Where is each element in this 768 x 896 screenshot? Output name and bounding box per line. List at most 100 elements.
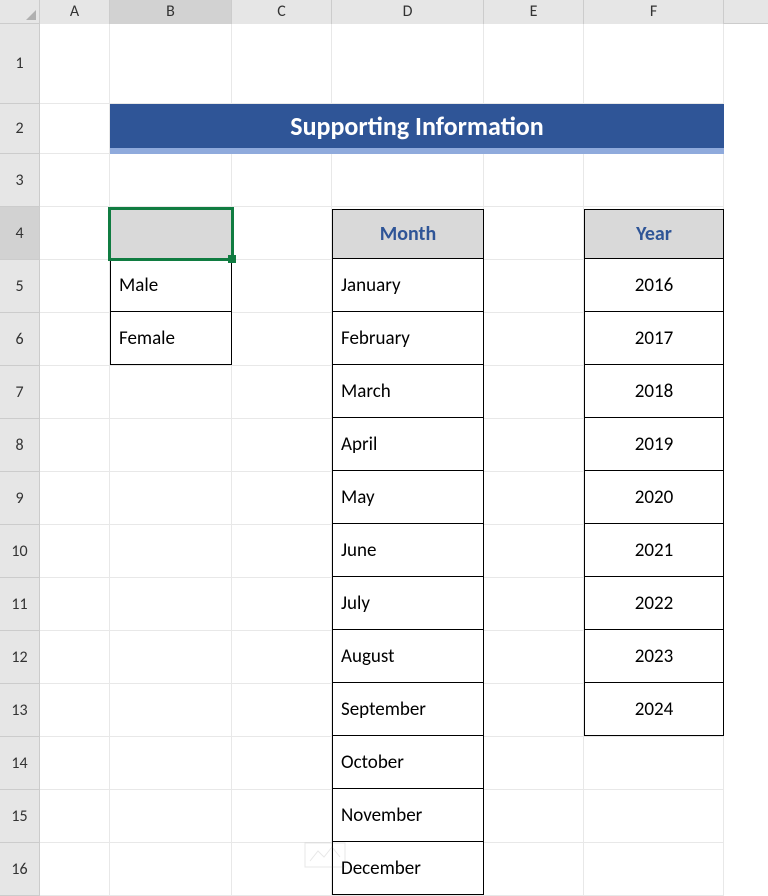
cell[interactable] [40,525,110,578]
month-cell[interactable]: March [332,365,484,418]
year-cell[interactable]: 2022 [584,577,724,630]
month-cell[interactable]: August [332,630,484,683]
year-cell[interactable]: 2017 [584,312,724,365]
month-cell[interactable]: July [332,577,484,630]
cell[interactable] [110,737,232,790]
row-header-9[interactable]: 9 [0,472,40,525]
cell[interactable] [110,843,232,896]
cell[interactable] [484,313,584,366]
cell[interactable] [40,260,110,313]
cell[interactable] [40,207,110,260]
cell[interactable] [232,472,332,525]
cell[interactable] [40,154,110,207]
cell[interactable] [110,366,232,419]
year-cell[interactable]: 2024 [584,683,724,736]
month-cell[interactable]: June [332,524,484,577]
cell[interactable] [484,207,584,260]
cell[interactable] [40,104,110,154]
month-cell[interactable]: February [332,312,484,365]
cell[interactable] [584,154,724,207]
row-header-15[interactable]: 15 [0,790,40,843]
year-cell[interactable]: 2020 [584,471,724,524]
row-header-10[interactable]: 10 [0,525,40,578]
cell[interactable] [110,154,232,207]
col-header-B[interactable]: B [110,0,232,24]
cell[interactable] [40,313,110,366]
gender-header[interactable]: Gender [110,209,232,259]
cell[interactable] [110,525,232,578]
row-header-1[interactable]: 1 [0,24,40,104]
year-cell[interactable]: 2019 [584,418,724,471]
month-cell[interactable]: September [332,683,484,736]
row-header-3[interactable]: 3 [0,154,40,207]
cell[interactable] [484,24,584,104]
cell[interactable] [40,790,110,843]
month-cell[interactable]: May [332,471,484,524]
cell[interactable] [40,578,110,631]
cell[interactable] [232,207,332,260]
cell[interactable] [584,843,724,896]
row-header-2[interactable]: 2 [0,104,40,154]
year-header[interactable]: Year [584,209,724,259]
year-cell[interactable]: 2021 [584,524,724,577]
year-cell[interactable]: 2023 [584,630,724,683]
col-header-E[interactable]: E [484,0,584,24]
year-cell[interactable]: 2016 [584,259,724,312]
year-cell[interactable]: 2018 [584,365,724,418]
cell[interactable] [40,24,110,104]
gender-cell[interactable]: Male [110,259,232,312]
cell[interactable] [232,578,332,631]
cell[interactable] [332,154,484,207]
col-header-F[interactable]: F [584,0,724,24]
row-header-16[interactable]: 16 [0,843,40,896]
select-all-corner[interactable] [0,0,40,24]
cell[interactable] [484,366,584,419]
cell[interactable] [110,684,232,737]
cell[interactable] [40,366,110,419]
month-cell[interactable]: October [332,736,484,789]
month-cell[interactable]: December [332,842,484,895]
cell[interactable] [484,419,584,472]
month-cell[interactable]: November [332,789,484,842]
cell[interactable] [232,366,332,419]
cell[interactable] [232,260,332,313]
cell[interactable] [110,790,232,843]
cell[interactable] [584,737,724,790]
row-header-12[interactable]: 12 [0,631,40,684]
row-header-7[interactable]: 7 [0,366,40,419]
cell[interactable] [584,24,724,104]
row-header-14[interactable]: 14 [0,737,40,790]
cell[interactable] [110,24,232,104]
cell[interactable] [40,419,110,472]
month-cell[interactable]: January [332,259,484,312]
cell[interactable] [232,313,332,366]
cell[interactable] [110,578,232,631]
cell[interactable] [484,684,584,737]
month-cell[interactable]: April [332,418,484,471]
cell[interactable] [232,24,332,104]
row-header-13[interactable]: 13 [0,684,40,737]
cell[interactable] [484,631,584,684]
row-header-4[interactable]: 4 [0,207,40,260]
cell[interactable] [110,419,232,472]
col-header-A[interactable]: A [40,0,110,24]
cell[interactable] [232,525,332,578]
row-header-5[interactable]: 5 [0,260,40,313]
col-header-C[interactable]: C [232,0,332,24]
cell[interactable] [40,472,110,525]
cell[interactable] [232,419,332,472]
cell[interactable] [232,737,332,790]
cell[interactable] [484,843,584,896]
gender-cell[interactable]: Female [110,312,232,365]
cell[interactable] [484,260,584,313]
cell[interactable] [110,631,232,684]
cell[interactable] [40,631,110,684]
row-header-8[interactable]: 8 [0,419,40,472]
row-header-11[interactable]: 11 [0,578,40,631]
cell[interactable] [232,154,332,207]
cell[interactable] [484,154,584,207]
cell[interactable] [40,684,110,737]
row-header-6[interactable]: 6 [0,313,40,366]
cell[interactable] [484,472,584,525]
cell[interactable] [40,843,110,896]
